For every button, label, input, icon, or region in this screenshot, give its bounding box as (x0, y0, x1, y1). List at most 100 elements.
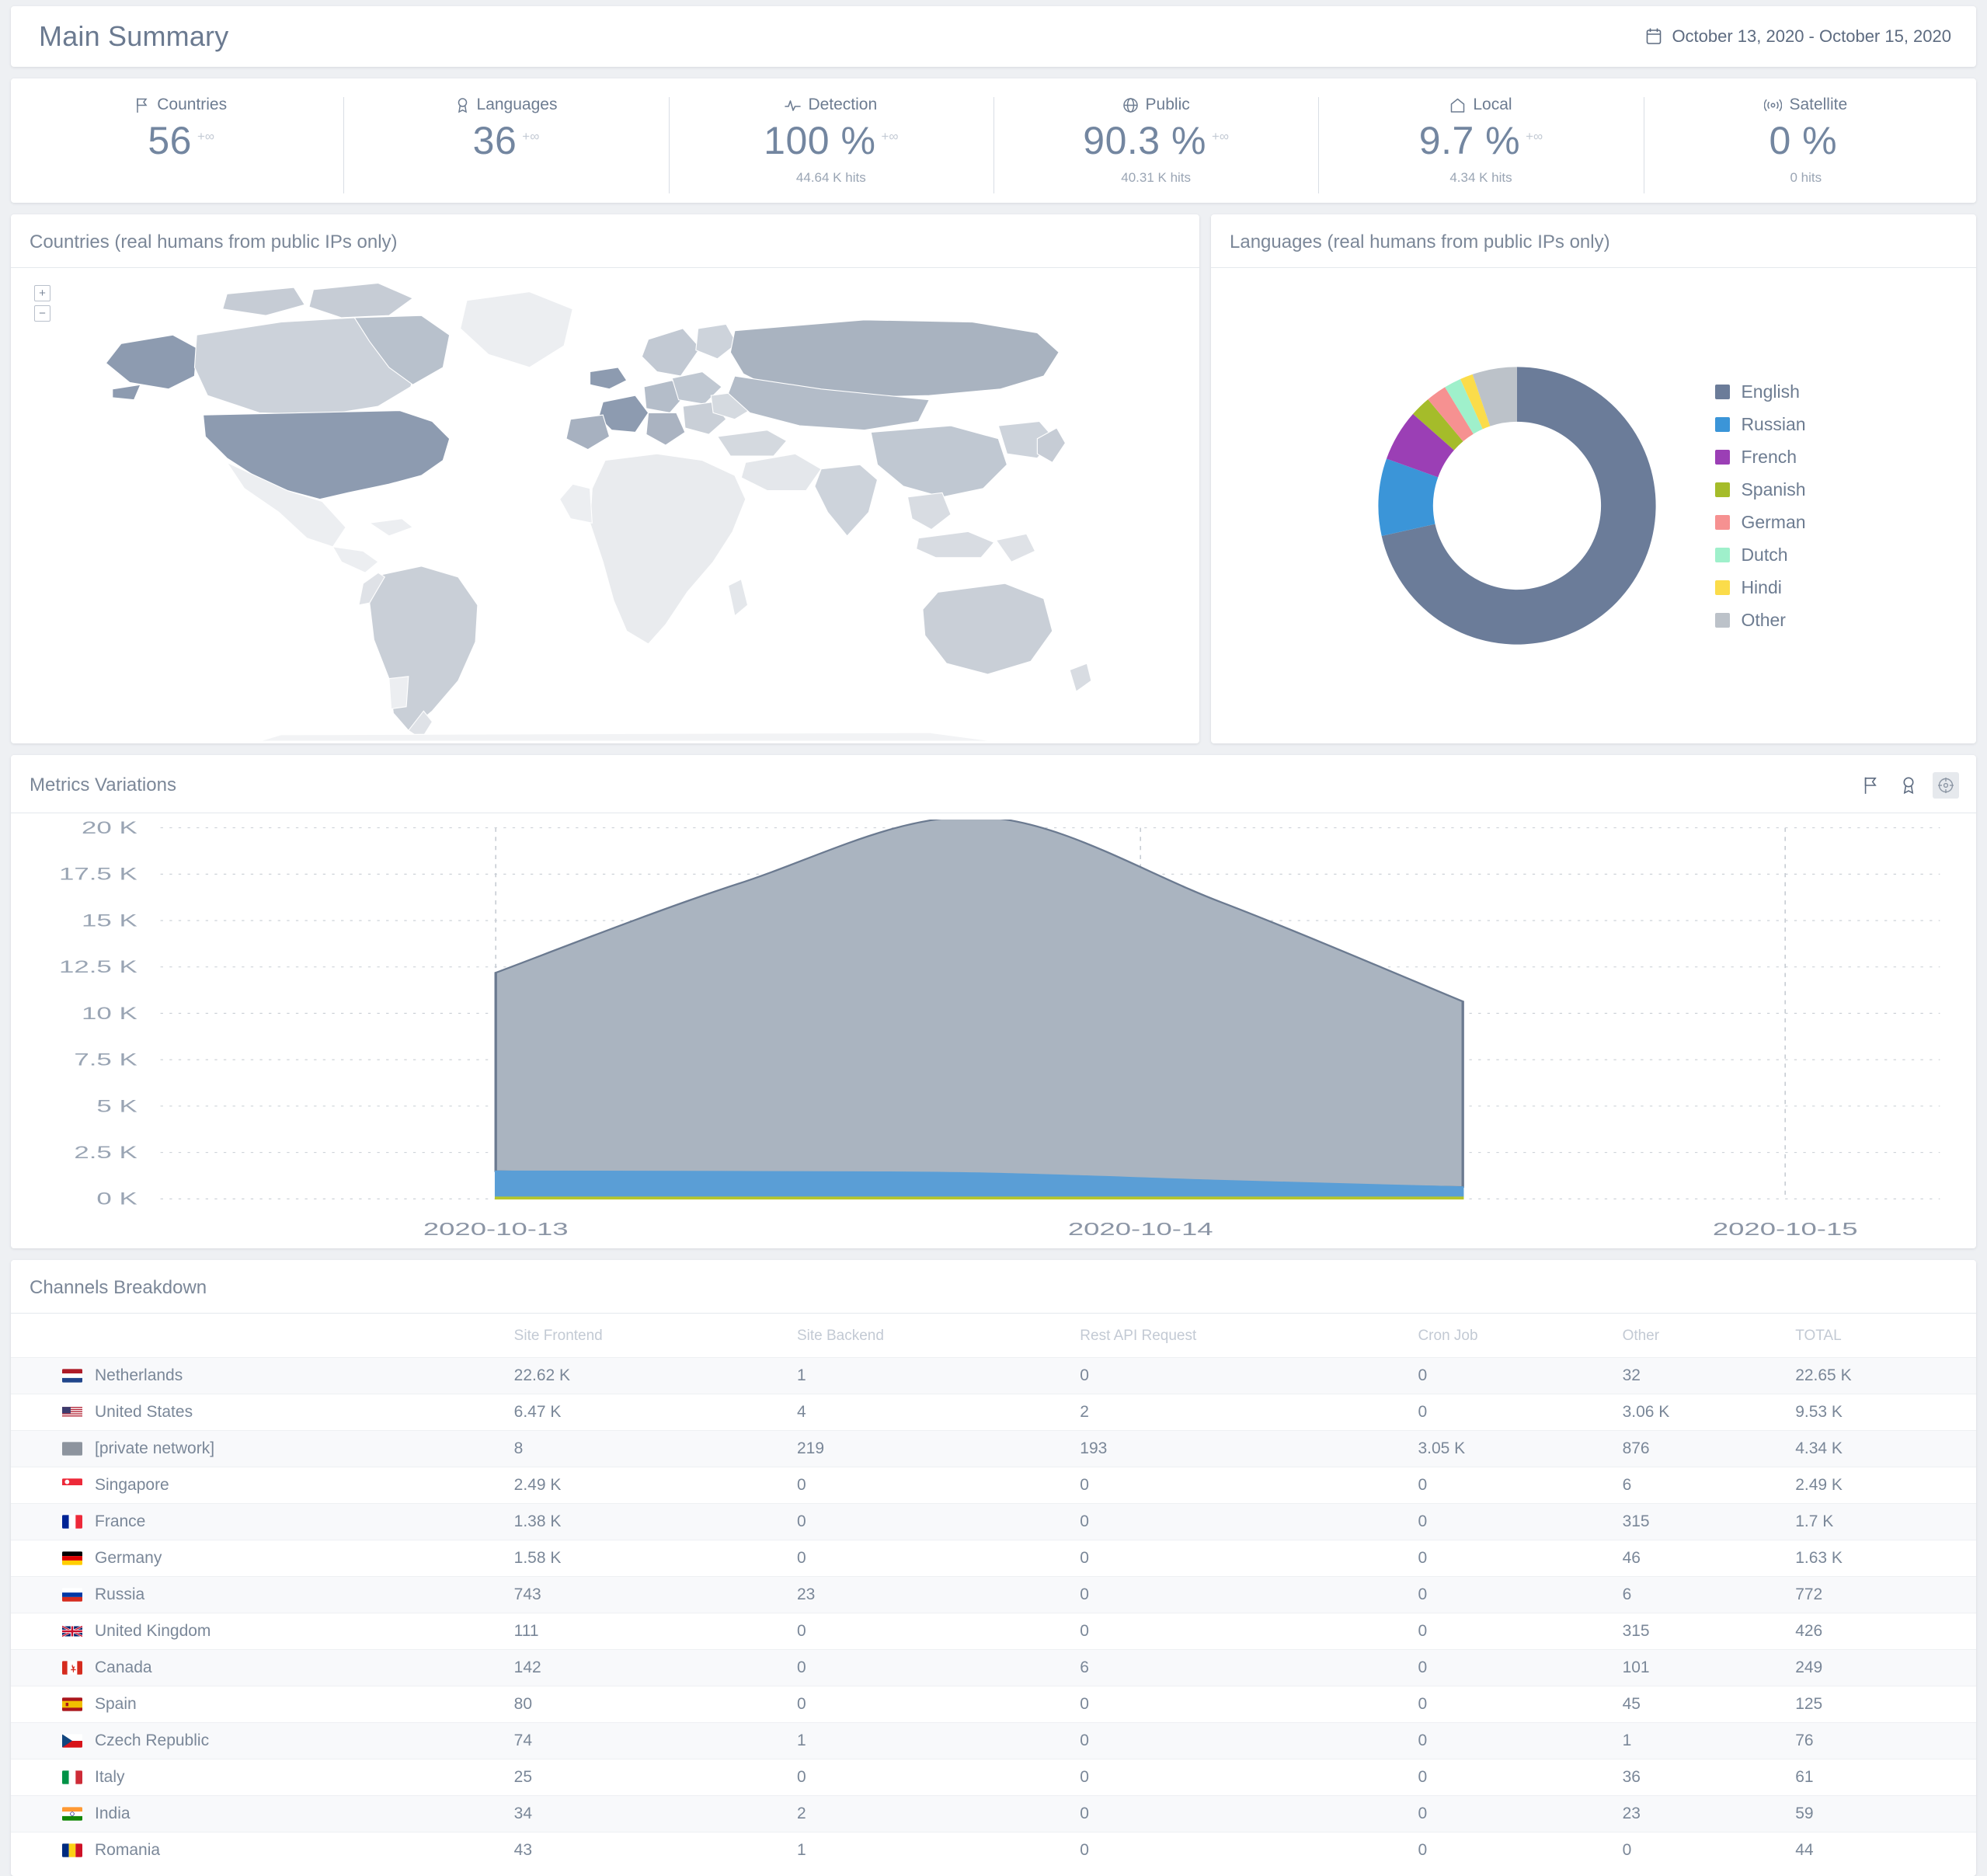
map-zoom-in-button[interactable]: + (34, 285, 50, 301)
column-header-rest-api-request[interactable]: Rest API Request (1080, 1314, 1418, 1358)
kpi-satellite[interactable]: Satellite 0 % 0 hits (1643, 89, 1968, 198)
award-icon[interactable] (1895, 772, 1922, 799)
table-cell-total: 249 (1795, 1649, 1976, 1686)
kpi-summary-bar: Countries 56 +∞ Languages 36 +∞ Detectio… (11, 78, 1976, 203)
country-name: Italy (95, 1768, 125, 1786)
kpi-detection-delta: +∞ (881, 129, 899, 144)
table-cell-rest-api-request: 0 (1080, 1503, 1418, 1540)
kpi-countries[interactable]: Countries 56 +∞ (19, 89, 343, 198)
kpi-public-label: Public (1122, 96, 1190, 114)
kpi-public[interactable]: Public 90.3 % +∞ 40.31 K hits (993, 89, 1318, 198)
table-row[interactable]: [private network] 8 219 193 3.05 K 876 4.34 K (11, 1430, 1976, 1467)
kpi-languages[interactable]: Languages 36 +∞ (343, 89, 668, 198)
y-axis-tick-label: 0 K (96, 1190, 137, 1209)
table-row[interactable]: United Kingdom 111 0 0 0 315 426 (11, 1613, 1976, 1650)
country-name: India (95, 1805, 130, 1822)
table-row[interactable]: France 1.38 K 0 0 0 315 1.7 K (11, 1503, 1976, 1540)
column-header-site-frontend[interactable]: Site Frontend (514, 1314, 797, 1358)
legend-item[interactable]: Dutch (1715, 545, 1805, 566)
flag-icon (62, 1734, 82, 1748)
middle-row: Countries (real humans from public IPs o… (11, 214, 1976, 743)
flag-icon[interactable] (1858, 772, 1884, 799)
table-row[interactable]: Canada 142 0 6 0 101 249 (11, 1649, 1976, 1686)
column-header-site-backend[interactable]: Site Backend (797, 1314, 1080, 1358)
table-cell-cron-job: 0 (1418, 1832, 1623, 1868)
table-cell-site-frontend: 34 (513, 1795, 797, 1832)
target-icon[interactable] (1933, 772, 1959, 799)
country-name: United Kingdom (95, 1622, 211, 1640)
country-name: France (95, 1512, 146, 1530)
panel-title-text: Languages (real humans from public IPs o… (1230, 231, 1610, 252)
table-cell-site-backend: 219 (796, 1430, 1080, 1467)
panel-title-text: Channels Breakdown (30, 1277, 207, 1298)
table-row[interactable]: Italy 25 0 0 0 36 61 (11, 1759, 1976, 1796)
table-row[interactable]: Czech Republic 74 1 0 0 1 76 (11, 1722, 1976, 1759)
flag-icon (62, 1478, 82, 1492)
table-cell-other: 315 (1622, 1613, 1796, 1650)
kpi-satellite-label: Satellite (1764, 96, 1847, 114)
map-zoom-out-button[interactable]: − (34, 305, 50, 322)
legend-label: Dutch (1741, 544, 1788, 565)
legend-label: Spanish (1741, 479, 1806, 499)
column-header-other[interactable]: Other (1623, 1314, 1796, 1358)
column-header-cron-job[interactable]: Cron Job (1418, 1314, 1622, 1358)
table-cell-site-backend: 0 (796, 1467, 1080, 1504)
table-cell-site-frontend: 2.49 K (513, 1467, 797, 1504)
map-zoom-controls[interactable]: + − (34, 285, 50, 322)
kpi-detection-label: Detection (785, 96, 877, 114)
date-range-picker[interactable]: October 13, 2020 - October 15, 2020 (1645, 26, 1951, 47)
world-choropleth[interactable] (11, 268, 1199, 743)
legend-item[interactable]: German (1715, 512, 1806, 533)
table-cell-rest-api-request: 0 (1080, 1795, 1418, 1832)
table-row[interactable]: India 34 2 0 0 23 59 (11, 1795, 1976, 1832)
column-header-total[interactable]: TOTAL (1795, 1314, 1976, 1358)
activity-icon (785, 97, 802, 113)
table-cell-site-frontend: 743 (513, 1576, 797, 1613)
legend-item[interactable]: French (1715, 447, 1805, 468)
kpi-countries-value: 56 (148, 119, 192, 162)
table-cell-site-frontend: 8 (513, 1430, 797, 1467)
home-icon (1449, 97, 1466, 113)
legend-item[interactable]: Other (1715, 610, 1805, 631)
legend-item[interactable]: Spanish (1715, 479, 1806, 500)
legend-swatch (1715, 482, 1731, 497)
legend-label: Hindi (1741, 576, 1782, 597)
table-cell-cron-job: 3.05 K (1418, 1430, 1623, 1467)
languages-donut-chart[interactable] (1335, 323, 1700, 688)
legend-label: Russian (1741, 413, 1806, 434)
kpi-local-delta: +∞ (1526, 129, 1543, 144)
legend-item[interactable]: Russian (1715, 413, 1806, 435)
country-name: United States (95, 1403, 193, 1421)
country-name: Singapore (95, 1476, 169, 1494)
area-series-public[interactable] (494, 820, 1464, 1189)
table-row[interactable]: United States 6.47 K 4 2 0 3.06 K 9.53 K (11, 1394, 1976, 1431)
table-cell-other: 3.06 K (1622, 1394, 1796, 1431)
table-row[interactable]: Russia 743 23 0 0 6 772 (11, 1576, 1976, 1613)
column-header-country[interactable] (11, 1314, 514, 1358)
table-row[interactable]: Romania 43 1 0 0 0 44 (11, 1832, 1976, 1868)
languages-panel-title: Languages (real humans from public IPs o… (1211, 214, 1976, 268)
table-cell-rest-api-request: 0 (1080, 1540, 1418, 1577)
kpi-detection[interactable]: Detection 100 % +∞ 44.64 K hits (668, 89, 994, 198)
metrics-variations-body[interactable]: 0 K 2.5 K 5 K 7.5 K 10 K 12.5 K 15 K 17.5 K 20 K… (11, 813, 1976, 1248)
country-name: [private network] (95, 1439, 215, 1457)
table-cell-other: 1 (1622, 1722, 1796, 1759)
table-header-row: Site Frontend Site Backend Rest API Requ… (11, 1314, 1976, 1358)
legend-item[interactable]: English (1715, 381, 1805, 402)
kpi-local[interactable]: Local 9.7 % +∞ 4.34 K hits (1318, 89, 1643, 198)
table-cell-site-backend: 0 (796, 1759, 1080, 1796)
table-cell-country: Germany (11, 1540, 514, 1577)
table-row[interactable]: Spain 80 0 0 0 45 125 (11, 1686, 1976, 1723)
table-cell-site-frontend: 142 (513, 1649, 797, 1686)
table-cell-site-frontend: 25 (513, 1759, 797, 1796)
world-map-body[interactable]: + − (11, 268, 1199, 743)
legend-item[interactable]: Hindi (1715, 577, 1805, 598)
table-row[interactable]: Singapore 2.49 K 0 0 0 6 2.49 K (11, 1467, 1976, 1504)
flag-icon (62, 1369, 82, 1383)
table-cell-rest-api-request: 0 (1080, 1759, 1418, 1796)
table-row[interactable]: Germany 1.58 K 0 0 0 46 1.63 K (11, 1540, 1976, 1577)
y-axis-tick-label: 17.5 K (59, 865, 137, 884)
area-series-satellite[interactable] (494, 1196, 1464, 1200)
table-row[interactable]: Netherlands 22.62 K 1 0 0 32 22.65 K (11, 1357, 1976, 1394)
table-cell-rest-api-request: 0 (1080, 1357, 1418, 1394)
